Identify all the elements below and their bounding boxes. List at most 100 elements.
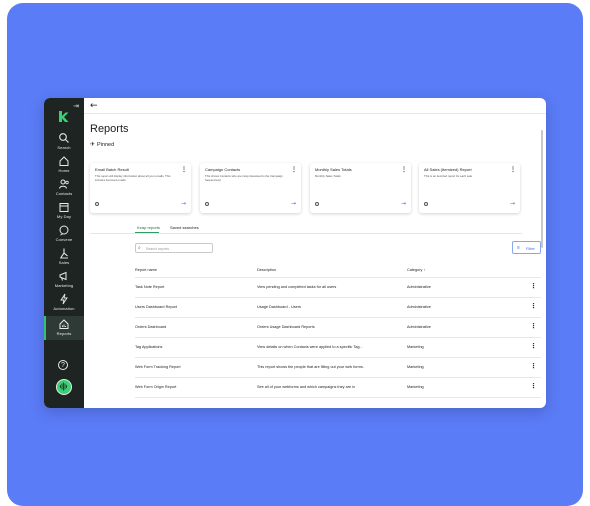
more-options-icon[interactable]: ⋮ [510,166,516,173]
sidebar-item-label: Marketing [54,283,74,288]
tab-divider [90,233,522,234]
sidebar-item-contacts[interactable]: Contacts [44,178,84,200]
sidebar-item-label: Convene [55,237,73,242]
more-options-icon[interactable]: ⋮ [291,166,297,173]
pin-icon: ✈ [90,142,96,148]
report-name-cell[interactable]: Orders Dashboard [135,325,166,329]
table-row[interactable]: Web Form Tracking Report This report sho… [135,358,541,377]
description-cell: See all of your webforms and which campa… [257,385,356,389]
table-row[interactable]: Tag Applications View details on when Co… [135,338,541,357]
table-row[interactable]: Orders Dashboard Orders Usage Dashboard … [135,318,541,337]
contacts-icon [59,179,69,189]
pinned-label: Pinned [97,142,115,148]
description-cell: Usage Dashboard - Users [257,305,301,309]
table-divider [135,397,541,398]
pinned-card-description: This report will display information abo… [95,174,171,182]
filter-button[interactable]: ≡ Filter [512,241,541,254]
automation-icon [60,293,68,305]
home-icon [59,156,69,166]
tab-saved-searches[interactable]: Saved searches [170,225,199,230]
sidebar-item-search[interactable]: Search [44,132,84,154]
sidebar-item-convene[interactable]: Convene [44,224,84,246]
report-name-cell[interactable]: Web Form Tracking Report [135,365,181,369]
active-tab-indicator [135,232,159,233]
scrollbar[interactable] [541,130,543,248]
row-more-options-icon[interactable]: ⋮ [530,282,537,290]
row-more-options-icon[interactable]: ⋮ [530,382,537,390]
pinned-card[interactable]: Campaign Contacts This shows Contacts wh… [200,163,301,213]
pinned-card-description: This is an itemized report for each sale [424,174,473,178]
avatar[interactable] [56,379,72,395]
sidebar-item-label: Home [58,168,70,173]
info-icon[interactable] [205,202,209,206]
report-name-cell[interactable]: Task Note Report [135,285,164,289]
pinned-card[interactable]: Monthly Sales Totals Monthly Sales Total… [310,163,411,213]
sidebar-item-marketing[interactable]: Marketing [44,270,84,292]
row-more-options-icon[interactable]: ⋮ [530,322,537,330]
pinned-card-title: Monthly Sales Totals [315,167,352,172]
column-header-report-name[interactable]: Report name [135,268,157,272]
row-more-options-icon[interactable]: ⋮ [530,302,537,310]
open-arrow-icon[interactable]: → [401,200,406,207]
search-input[interactable]: ⌕ Search reports [135,243,213,253]
pinned-card-title: Email Batch Result [95,167,129,172]
table-row[interactable]: Task Note Report View pending and comple… [135,278,541,297]
avatar-soundwave-icon [60,382,67,391]
report-name-cell[interactable]: Users Dashboard Report [135,305,177,309]
back-arrow-icon[interactable]: ← [90,101,98,111]
info-icon[interactable] [315,202,319,206]
app-window: ⇥ Search Home Contacts My Day Convene Sa… [44,98,546,408]
filter-icon: ≡ [517,245,520,251]
tab-keap-reports[interactable]: Keap reports [137,225,160,230]
more-options-icon[interactable]: ⋮ [181,166,187,173]
category-cell: Administrative [407,325,431,329]
open-arrow-icon[interactable]: → [510,200,515,207]
k-logo-icon[interactable] [56,110,70,124]
open-arrow-icon[interactable]: → [291,200,296,207]
pinned-card[interactable]: Email Batch Result This report will disp… [90,163,191,213]
row-more-options-icon[interactable]: ⋮ [530,342,537,350]
sidebar-item-automation[interactable]: Automation [44,293,84,315]
pinned-card-title: Campaign Contacts [205,167,241,172]
category-cell: Marketing [407,365,424,369]
sidebar-item-label: My Day [56,214,72,219]
filter-label: Filter [526,246,535,251]
description-cell: Orders Usage Dashboard Reports [257,325,315,329]
table-header: Report name Description Category ↑ [135,268,541,276]
pinned-card[interactable]: All Sales (Itemized) Report This is an i… [419,163,520,213]
description-cell: View details on when Contacts were appli… [257,345,363,349]
table-row[interactable]: Users Dashboard Report Usage Dashboard -… [135,298,541,317]
collapse-sidebar-icon[interactable]: ⇥ [73,102,79,110]
info-icon[interactable] [424,202,428,206]
report-name-cell[interactable]: Web Form Origin Report [135,385,176,389]
more-options-icon[interactable]: ⋮ [401,166,407,173]
column-header-category[interactable]: Category ↑ [407,268,425,272]
row-more-options-icon[interactable]: ⋮ [530,362,537,370]
help-icon[interactable]: ? [58,360,68,370]
sidebar-item-sales[interactable]: Sales [44,247,84,269]
main-content: ← Reports ✈ Pinned Email Batch Result Thi… [84,98,546,408]
column-header-description[interactable]: Description [257,268,276,272]
category-cell: Administrative [407,305,431,309]
category-cell: Marketing [407,345,424,349]
pinned-heading: ✈ Pinned [90,141,114,148]
search-icon: ⌕ [138,245,141,251]
open-arrow-icon[interactable]: → [181,200,186,207]
sidebar-item-my-day[interactable]: My Day [44,201,84,223]
pinned-card-description: Monthly Sales Totals [315,174,341,178]
calendar-icon [59,203,69,212]
description-cell: This report shows the people that are fi… [257,365,364,369]
description-cell: View pending and completed tasks for all… [257,285,337,289]
sidebar-item-label: Automation [53,306,75,311]
info-icon[interactable] [95,202,99,206]
header-divider [84,113,546,114]
chat-icon [59,225,69,236]
sales-icon [60,248,68,259]
sidebar-item-reports[interactable]: Reports [44,316,84,340]
table-row[interactable]: Web Form Origin Report See all of your w… [135,378,541,397]
sidebar-item-home[interactable]: Home [44,155,84,177]
category-cell: Marketing [407,385,424,389]
marketing-icon [59,271,67,281]
report-name-cell[interactable]: Tag Applications [135,345,162,349]
search-icon [59,133,69,143]
